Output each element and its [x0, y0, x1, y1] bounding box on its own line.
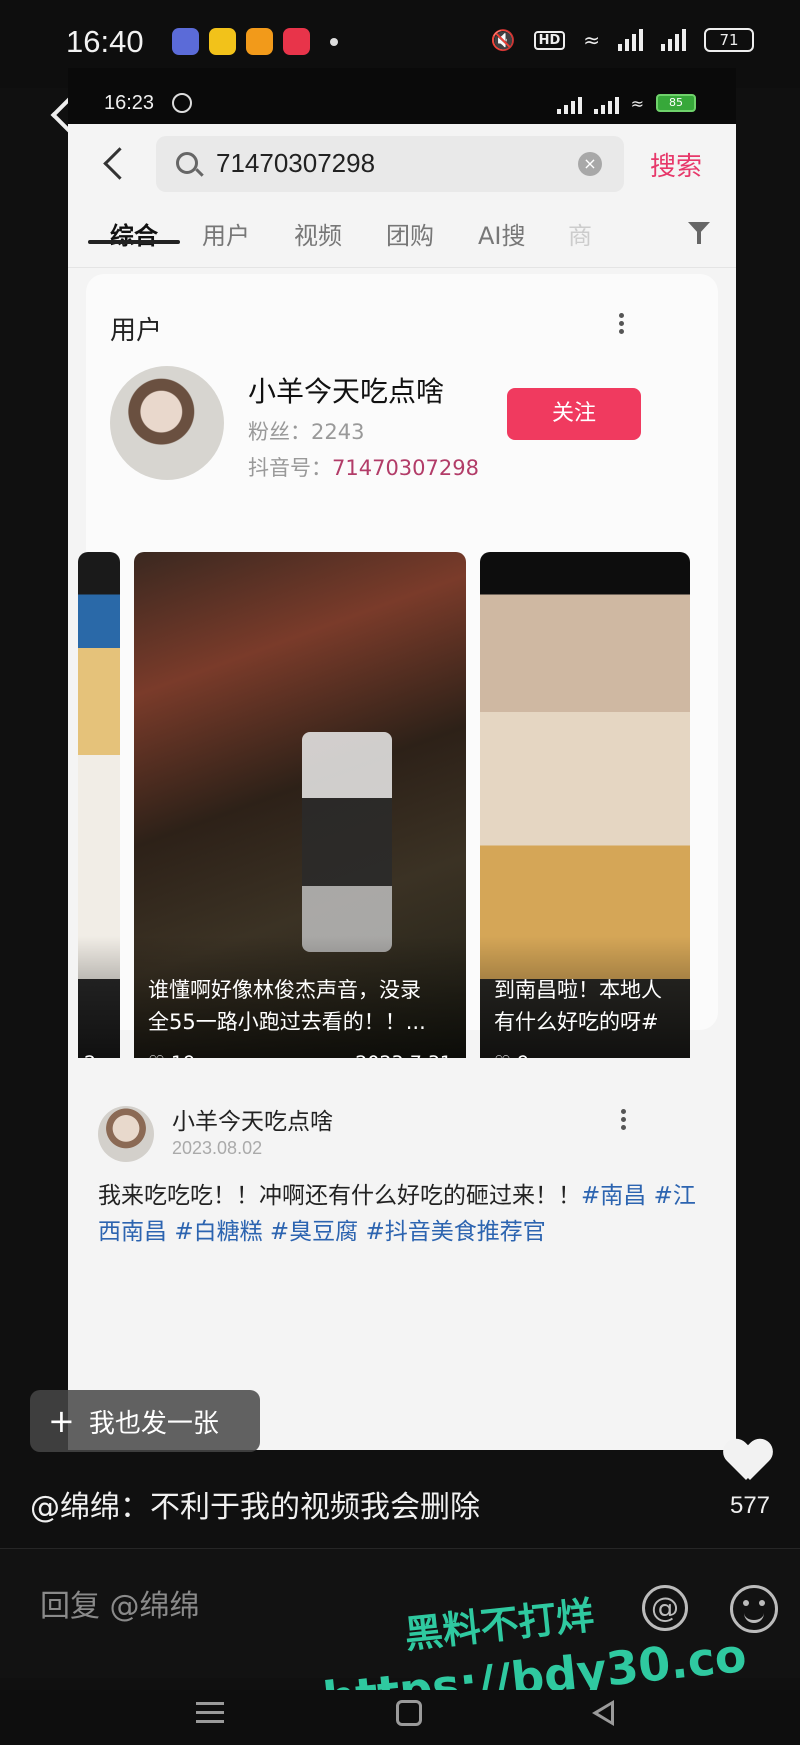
search-tabs: 综合 用户 视频 团购 AI搜 商	[68, 202, 736, 268]
section-title: 用户	[110, 316, 163, 346]
signal-icon	[593, 92, 619, 114]
hashtag[interactable]: #臭豆腐	[270, 1219, 358, 1245]
battery-indicator: 71	[704, 28, 754, 52]
repost-label: 我也发一张	[88, 1409, 219, 1439]
fans-value: 2243	[311, 420, 365, 444]
fans-count: 粉丝：2243	[248, 416, 364, 446]
status-icons: 🔇 HD ≈ 71	[491, 28, 754, 52]
more-options-icon[interactable]	[616, 310, 626, 340]
video-thumbnail[interactable]: 谁懂啊好像林俊杰声音，没录 全55一路小跑过去看的！！... ♡19 2023.…	[134, 552, 466, 1086]
tab-videos[interactable]: 视频	[294, 216, 342, 251]
filter-icon[interactable]	[688, 220, 710, 246]
plus-icon: +	[48, 1402, 75, 1440]
video-thumbnail[interactable]: 到南昌啦！本地人 有什么好吃的呀# ♡9	[480, 552, 690, 1086]
video-caption: 到南昌啦！本地人 有什么好吃的呀#	[494, 974, 680, 1038]
video-caption: 谁懂啊好像林俊杰声音，没录 全55一路小跑过去看的！！...	[148, 974, 456, 1038]
app-notification-icon	[283, 28, 310, 55]
repost-button[interactable]: + 我也发一张	[30, 1390, 260, 1452]
caption-line: 有什么好吃的呀#	[494, 1010, 659, 1034]
caption-line: 谁懂啊好像林俊杰声音，没录	[148, 978, 421, 1002]
hashtag[interactable]: #抖音美食推荐官	[366, 1219, 546, 1245]
mention-icon[interactable]: @	[642, 1585, 688, 1631]
comment-text: @绵绵：不利于我的视频我会删除	[30, 1490, 480, 1525]
like-count: 577	[729, 1492, 771, 1519]
inner-status-icons: ≈ 85	[556, 92, 696, 114]
app-notification-icon	[209, 28, 236, 55]
search-box[interactable]: ×	[156, 136, 624, 192]
alarm-icon	[172, 93, 192, 113]
app-notification-icon	[246, 28, 273, 55]
app-notification-icon	[172, 28, 199, 55]
heart-icon[interactable]	[724, 1440, 772, 1484]
avatar[interactable]	[98, 1106, 154, 1162]
home-icon[interactable]	[396, 1700, 422, 1726]
id-value: 71470307298	[332, 456, 479, 480]
user-result-card: 用户 小羊今天吃点啥 粉丝：2243 抖音号：71470307298 关注 2 …	[78, 274, 718, 1086]
battery-indicator: 85	[656, 94, 696, 112]
more-options-icon[interactable]	[618, 1106, 628, 1136]
mute-icon: 🔇	[490, 28, 516, 52]
tab-shop[interactable]: 商	[568, 216, 592, 251]
post-author[interactable]: 小羊今天吃点啥	[172, 1102, 333, 1136]
signal-icon	[556, 92, 582, 114]
menu-icon[interactable]	[196, 1702, 224, 1724]
fans-label: 粉丝：	[248, 420, 311, 444]
inner-status-time: 16:23	[104, 92, 155, 114]
more-notifications-dot	[330, 38, 338, 46]
post-text: 我来吃吃吃！！冲啊还有什么好吃的砸过来！！#南昌 #江西南昌 #白糖糕 #臭豆腐…	[98, 1178, 718, 1250]
caption-line: 到南昌啦！本地人	[494, 978, 662, 1002]
post-body: 我来吃吃吃！！冲啊还有什么好吃的砸过来！！	[98, 1183, 581, 1209]
tab-comprehensive[interactable]: 综合	[110, 216, 158, 251]
search-icon	[176, 152, 198, 174]
signal-icon	[618, 29, 643, 51]
signal-icon	[661, 29, 686, 51]
caption-line: 全55一路小跑过去看的！！...	[148, 1010, 426, 1034]
search-button[interactable]: 搜索	[650, 146, 702, 183]
inner-status-bar: 16:23 ≈ 85	[68, 68, 736, 124]
active-tab-indicator	[88, 240, 180, 244]
hd-badge: HD	[533, 30, 566, 50]
emoji-icon[interactable]	[730, 1585, 778, 1633]
notification-icons	[172, 28, 338, 55]
clear-icon[interactable]: ×	[578, 152, 602, 176]
hashtag[interactable]: #南昌	[581, 1183, 646, 1209]
post-date: 2023.08.02	[172, 1138, 263, 1158]
tab-group-buy[interactable]: 团购	[386, 216, 434, 251]
shared-screenshot[interactable]: 16:23 ≈ 85 × 搜索 综合 用户 视频 团购 AI搜 商 用户 小羊今…	[68, 68, 736, 1450]
video-scene	[302, 732, 392, 952]
video-thumbnail[interactable]: 2	[78, 552, 120, 1086]
user-name[interactable]: 小羊今天吃点啥	[248, 370, 444, 410]
tab-ai-search[interactable]: AI搜	[478, 216, 526, 251]
search-input[interactable]	[216, 148, 556, 179]
hashtag[interactable]: #白糖糕	[174, 1219, 262, 1245]
system-nav-bar	[0, 1690, 800, 1745]
follow-button[interactable]: 关注	[507, 388, 641, 440]
search-bar: × 搜索	[68, 124, 736, 202]
status-time: 16:40	[66, 24, 144, 59]
user-id: 抖音号：71470307298	[248, 452, 479, 482]
avatar[interactable]	[110, 366, 224, 480]
back-icon[interactable]	[98, 144, 132, 184]
id-label: 抖音号：	[248, 456, 332, 480]
wifi-icon: ≈	[583, 28, 600, 52]
nav-back-icon[interactable]	[592, 1700, 614, 1726]
tab-users[interactable]: 用户	[202, 216, 250, 251]
wifi-icon: ≈	[630, 93, 644, 113]
